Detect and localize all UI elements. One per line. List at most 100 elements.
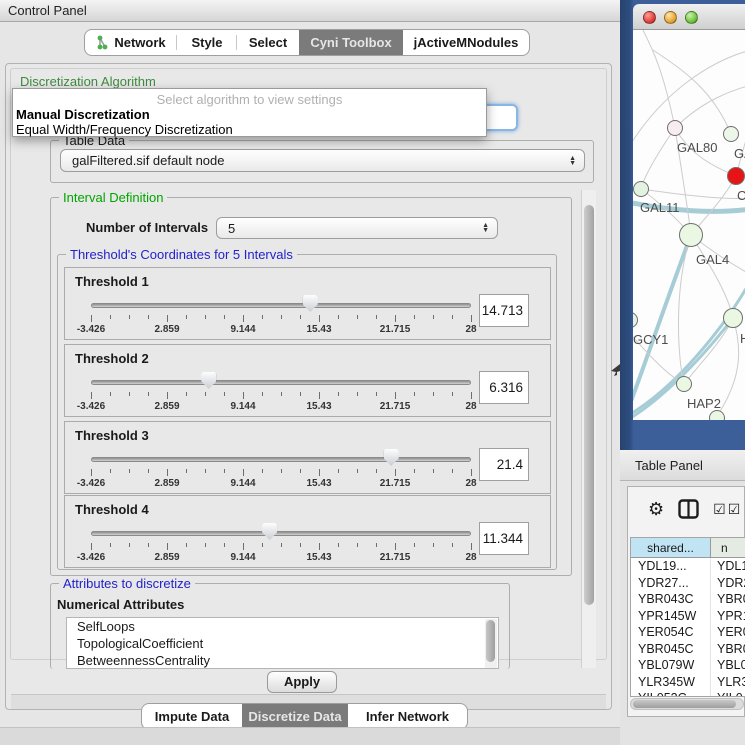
tab-impute-data[interactable]: Impute Data	[142, 704, 242, 729]
table-cell-shared-name[interactable]: YDR27...	[631, 575, 711, 592]
minimize-traffic-light-icon[interactable]	[664, 11, 677, 24]
slider-tick	[433, 315, 434, 319]
table-row[interactable]: YDR27...YDR2	[631, 575, 745, 592]
tab-label: jActiveMNodules	[414, 35, 519, 50]
attribute-list-item[interactable]: BetweennessCentrality	[67, 652, 498, 669]
numerical-attributes-list[interactable]: SelfLoopsTopologicalCoefficientBetweenne…	[66, 617, 499, 669]
network-canvas[interactable]: GAL80GACGAL11GAL4HGCY1HAP2	[633, 30, 745, 420]
table-cell-name[interactable]: YBR0	[711, 591, 745, 608]
table-cell-shared-name[interactable]: YPR145W	[631, 608, 711, 625]
table-cell-name[interactable]: YDR2	[711, 575, 745, 592]
zoom-traffic-light-icon[interactable]	[685, 11, 698, 24]
attributes-list-scrollbar[interactable]	[485, 619, 497, 669]
table-cell-name[interactable]: YLR3	[711, 674, 745, 691]
table-row[interactable]: YBR043CYBR0	[631, 591, 745, 608]
algorithm-combobox-focused-fragment[interactable]	[484, 104, 518, 131]
table-row[interactable]: YBL079WYBL0	[631, 657, 745, 674]
settings-vertical-scrollbar[interactable]	[581, 190, 596, 668]
table-cell-name[interactable]: YBL0	[711, 657, 745, 674]
network-node-ga[interactable]	[723, 126, 739, 142]
network-window-titlebar	[633, 4, 745, 30]
network-node-label: GA	[734, 146, 745, 161]
table-cell-name[interactable]: YPR1	[711, 608, 745, 625]
network-node[interactable]	[709, 410, 725, 420]
table-header-name[interactable]: n	[711, 538, 745, 557]
table-cell-shared-name[interactable]: YBR043C	[631, 591, 711, 608]
tab-cyni-toolbox[interactable]: Cyni Toolbox	[299, 30, 403, 55]
thresholds-group-title: Threshold's Coordinates for 5 Intervals	[66, 247, 297, 262]
attribute-list-item[interactable]: SelfLoops	[67, 618, 498, 635]
slider-tick	[167, 315, 168, 322]
algorithm-option-manual[interactable]: Manual Discretization	[16, 107, 150, 122]
table-row[interactable]: YBR045CYBR0	[631, 641, 745, 658]
table-cell-shared-name[interactable]: YBR045C	[631, 641, 711, 658]
table-row[interactable]: YDL19...YDL1	[631, 558, 745, 575]
table-cell-name[interactable]: YER0	[711, 624, 745, 641]
slider-tick-label: -3.426	[63, 324, 119, 335]
table-header-shared-name[interactable]: shared...	[631, 538, 711, 557]
slider-tick	[205, 543, 206, 547]
table-horizontal-scrollbar[interactable]	[630, 698, 744, 710]
table-panel-titlebar: Table Panel	[620, 450, 745, 481]
table-row[interactable]: YPR145WYPR1	[631, 608, 745, 625]
tab-style[interactable]: Style	[177, 30, 237, 55]
tab-network[interactable]: Network	[85, 30, 177, 55]
network-node-gal4[interactable]	[679, 223, 703, 247]
threshold-slider-track[interactable]	[91, 303, 471, 308]
threshold-label: Threshold 2	[75, 351, 149, 366]
threshold-value-field[interactable]: 21.4	[479, 448, 529, 481]
slider-tick-label: 2.859	[139, 478, 195, 489]
tab-select[interactable]: Select	[237, 30, 299, 55]
table-cell-shared-name[interactable]: YIL052C	[631, 690, 711, 697]
table-row[interactable]: YIL052CYIL0	[631, 690, 745, 697]
tab-jactivemnodules[interactable]: jActiveMNodules	[403, 30, 529, 55]
threshold-value-field[interactable]: 6.316	[479, 371, 529, 404]
columns-icon[interactable]	[678, 499, 699, 519]
apply-button[interactable]: Apply	[267, 671, 337, 693]
gear-icon[interactable]: ⚙	[648, 499, 664, 520]
number-of-intervals-combobox[interactable]: 5 ▲▼	[216, 217, 498, 239]
thresholds-group: Threshold's Coordinates for 5 Intervals …	[57, 254, 557, 570]
slider-tick	[452, 315, 453, 319]
attributes-group-title: Attributes to discretize	[59, 576, 195, 591]
slider-tick	[338, 469, 339, 473]
tab-discretize-data[interactable]: Discretize Data	[242, 704, 348, 729]
slider-tick	[319, 543, 320, 550]
threshold-value-field[interactable]: 11.344	[479, 522, 529, 555]
attribute-list-item[interactable]: TopologicalCoefficient	[67, 635, 498, 652]
threshold-slider-thumb[interactable]	[201, 372, 216, 389]
table-cell-shared-name[interactable]: YBL079W	[631, 657, 711, 674]
table-cell-name[interactable]: YBR0	[711, 641, 745, 658]
table-row[interactable]: YLR345WYLR3	[631, 674, 745, 691]
checkbox-icons[interactable]: ☑☑	[713, 501, 742, 518]
tab-label: Discretize Data	[248, 709, 341, 724]
slider-tick	[395, 469, 396, 476]
node-attribute-table[interactable]: shared... n YDL19...YDL1YDR27...YDR2YBR0…	[630, 537, 745, 697]
table-row[interactable]: YER054CYER0	[631, 624, 745, 641]
threshold-slider-track[interactable]	[91, 531, 471, 536]
table-cell-shared-name[interactable]: YER054C	[631, 624, 711, 641]
table-cell-name[interactable]: YIL0	[711, 690, 745, 697]
network-node-gal11[interactable]	[633, 181, 649, 197]
network-node-c[interactable]	[727, 167, 745, 185]
network-node-gal80[interactable]	[667, 120, 683, 136]
slider-tick	[281, 392, 282, 396]
table-cell-shared-name[interactable]: YLR345W	[631, 674, 711, 691]
table-cell-shared-name[interactable]: YDL19...	[631, 558, 711, 575]
algorithm-option-equal-width[interactable]: Equal Width/Frequency Discretization	[16, 122, 233, 137]
table-data-combobox[interactable]: galFiltered.sif default node ▲▼	[60, 149, 585, 172]
network-node-h[interactable]	[723, 308, 743, 328]
table-cell-name[interactable]: YDL1	[711, 558, 745, 575]
threshold-value-field[interactable]: 14.713	[479, 294, 529, 327]
control-panel-titlebar: Control Panel	[0, 0, 620, 22]
tab-infer-network[interactable]: Infer Network	[348, 704, 467, 729]
threshold-slider-thumb[interactable]	[303, 295, 318, 312]
threshold-slider-thumb[interactable]	[262, 523, 277, 540]
slider-tick	[148, 469, 149, 473]
slider-tick	[338, 315, 339, 319]
close-traffic-light-icon[interactable]	[643, 11, 656, 24]
network-node-hap2[interactable]	[676, 376, 692, 392]
threshold-slider-track[interactable]	[91, 457, 471, 462]
threshold-slider-thumb[interactable]	[384, 449, 399, 466]
threshold-slider-track[interactable]	[91, 380, 471, 385]
